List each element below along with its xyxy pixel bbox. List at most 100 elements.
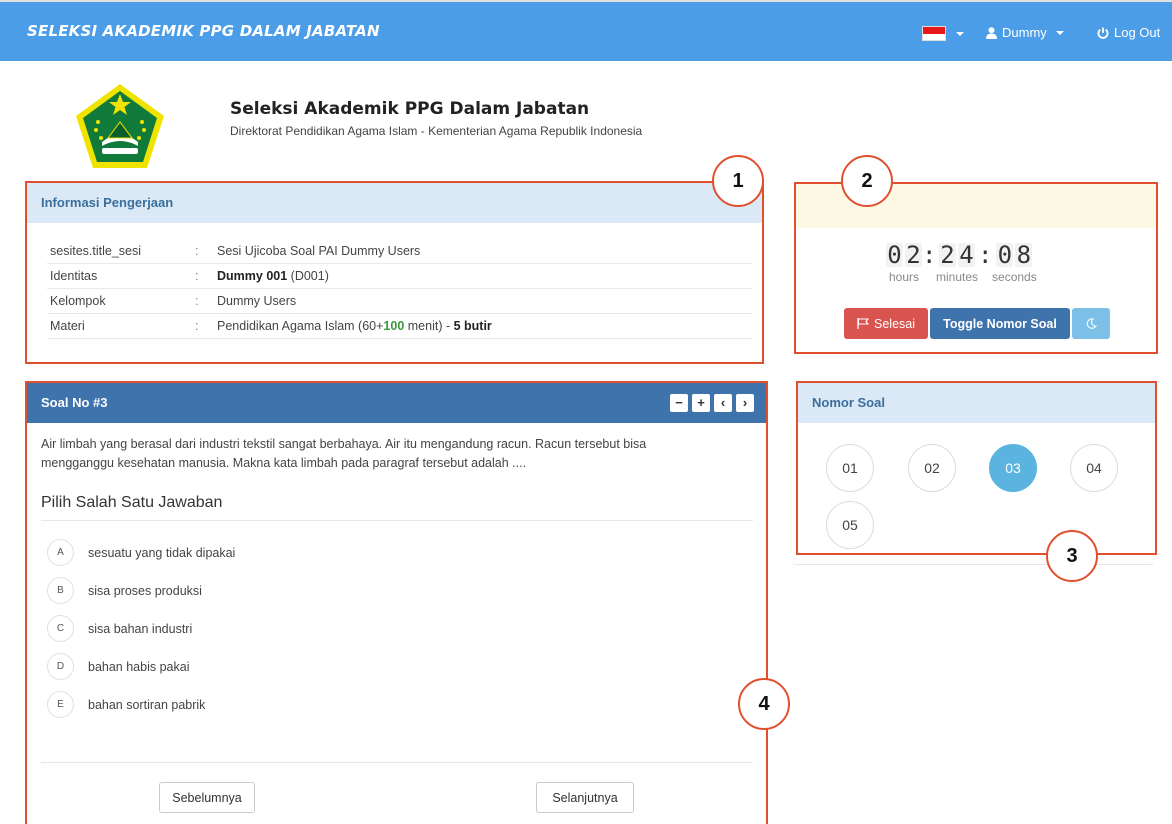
timer-seconds-label: seconds (992, 270, 1037, 284)
identity-name: Dummy 001 (217, 269, 288, 283)
info-key: Identitas (50, 269, 98, 283)
flag-icon (857, 318, 869, 329)
info-row-identity: Identitas : Dummy 001 (D001) (47, 264, 752, 289)
question-number-heading: Nomor Soal (798, 383, 1155, 423)
info-key: Materi (50, 319, 85, 333)
info-row-session: sesites.title_sesi : Sesi Ujicoba Soal P… (47, 239, 752, 264)
question-number-panel: Nomor Soal 01 02 03 04 05 (796, 381, 1157, 555)
option-text: bahan habis pakai (88, 659, 190, 674)
info-value: Dummy Users (217, 294, 297, 308)
timer-minutes: 2 4 minutes (936, 243, 978, 284)
answer-instruction: Pilih Salah Satu Jawaban (41, 494, 753, 521)
answer-option-e[interactable]: E bahan sortiran pabrik (47, 691, 205, 718)
material-minutes-suffix: menit) - (404, 319, 454, 333)
question-number-02[interactable]: 02 (908, 444, 956, 492)
user-menu[interactable]: Dummy (986, 25, 1064, 40)
question-panel-heading: Soal No #3 − + ‹ › (27, 383, 766, 423)
option-letter[interactable]: B (47, 577, 74, 604)
identity-code: (D001) (287, 269, 329, 283)
question-number-01[interactable]: 01 (826, 444, 874, 492)
timer-panel: 0 2 hours : 2 4 minutes : 0 8 seconds Se (794, 182, 1158, 354)
info-sep: : (195, 269, 199, 283)
finish-label: Selesai (874, 316, 915, 331)
timer-hours: 0 2 hours (886, 243, 922, 284)
previous-button[interactable]: Sebelumnya (159, 782, 255, 813)
question-text: Air limbah yang berasal dari industri te… (41, 435, 741, 473)
callout-3: 3 (1046, 530, 1098, 582)
info-value: Dummy 001 (D001) (217, 264, 752, 288)
info-value: Sesi Ujicoba Soal PAI Dummy Users (217, 244, 421, 258)
callout-1: 1 (712, 155, 764, 207)
font-increase-button[interactable]: + (692, 394, 710, 412)
info-row-group: Kelompok : Dummy Users (47, 289, 752, 314)
option-letter[interactable]: E (47, 691, 74, 718)
question-title: Soal No #3 (41, 395, 108, 410)
night-mode-button[interactable] (1072, 308, 1110, 339)
page-title: Seleksi Akademik PPG Dalam Jabatan (230, 99, 590, 119)
option-letter[interactable]: D (47, 653, 74, 680)
question-tools: − + ‹ › (670, 394, 754, 412)
timer-seconds: 0 8 seconds (992, 243, 1037, 284)
material-count: 5 butir (453, 319, 492, 333)
info-key: sesites.title_sesi (50, 244, 142, 258)
timer-digit: 4 (958, 241, 976, 269)
countdown-timer: 0 2 hours : 2 4 minutes : 0 8 seconds (886, 243, 1037, 284)
material-name: Pendidikan Agama Islam (60+ (217, 319, 384, 333)
finish-button[interactable]: Selesai (844, 308, 928, 339)
timer-digit: 2 (905, 241, 922, 269)
option-text: sesuatu yang tidak dipakai (88, 545, 236, 560)
material-extra-minutes: 100 (383, 319, 405, 333)
next-button[interactable]: Selanjutnya (536, 782, 634, 813)
timer-colon: : (922, 241, 937, 269)
option-letter[interactable]: A (47, 539, 74, 566)
callout-4: 4 (738, 678, 790, 730)
callout-2: 2 (841, 155, 893, 207)
answer-option-c[interactable]: C sisa bahan industri (47, 615, 192, 642)
question-panel: Soal No #3 − + ‹ › Air limbah yang beras… (25, 381, 768, 824)
user-icon (986, 26, 997, 39)
question-line: Air limbah yang berasal dari industri te… (41, 437, 647, 451)
language-flag-icon[interactable] (922, 26, 946, 41)
logout-link[interactable]: Log Out (1097, 25, 1160, 40)
question-line: mengganggu kesehatan manusia. Makna kata… (41, 456, 527, 470)
answer-option-d[interactable]: D bahan habis pakai (47, 653, 189, 680)
info-table: sesites.title_sesi : Sesi Ujicoba Soal P… (47, 239, 752, 339)
page-subtitle: Direktorat Pendidikan Agama Islam - Keme… (230, 124, 643, 138)
option-text: sisa proses produksi (88, 583, 202, 598)
question-number-05[interactable]: 05 (826, 501, 874, 549)
timer-colon: : (978, 241, 993, 269)
font-decrease-button[interactable]: − (670, 394, 688, 412)
info-panel-heading: Informasi Pengerjaan (27, 183, 762, 223)
next-question-icon-button[interactable]: › (736, 394, 754, 412)
option-text: bahan sortiran pabrik (88, 697, 206, 712)
user-caret-icon (1055, 30, 1064, 35)
toggle-nomor-soal-button[interactable]: Toggle Nomor Soal (930, 308, 1070, 339)
info-value: Pendidikan Agama Islam (60+100 menit) - … (217, 314, 752, 338)
option-letter[interactable]: C (47, 615, 74, 642)
info-row-material: Materi : Pendidikan Agama Islam (60+100 … (47, 314, 752, 339)
question-footer-divider (41, 762, 753, 763)
info-sep: : (195, 294, 199, 308)
option-text: sisa bahan industri (88, 621, 193, 636)
timer-digit: 2 (939, 241, 957, 269)
info-sep: : (195, 244, 199, 258)
previous-question-icon-button[interactable]: ‹ (714, 394, 732, 412)
info-key: Kelompok (50, 294, 106, 308)
answer-option-b[interactable]: B sisa proses produksi (47, 577, 202, 604)
timer-hours-label: hours (888, 270, 920, 284)
navbar-brand[interactable]: SELEKSI AKADEMIK PPG DALAM JABATAN (27, 22, 380, 40)
timer-digit: 0 (886, 241, 903, 269)
timer-digit: 0 (996, 241, 1014, 269)
question-number-03[interactable]: 03 (989, 444, 1037, 492)
question-number-04[interactable]: 04 (1070, 444, 1118, 492)
power-icon (1097, 27, 1109, 39)
timer-minutes-label: minutes (936, 270, 979, 284)
language-caret-icon[interactable] (956, 32, 964, 36)
info-sep: : (195, 319, 199, 333)
answer-option-a[interactable]: A sesuatu yang tidak dipakai (47, 539, 235, 566)
moon-icon (1086, 318, 1097, 329)
info-panel: Informasi Pengerjaan sesites.title_sesi … (25, 181, 764, 364)
user-name: Dummy (1002, 25, 1047, 40)
logout-label: Log Out (1114, 25, 1161, 40)
panel-shadow (792, 555, 1154, 565)
